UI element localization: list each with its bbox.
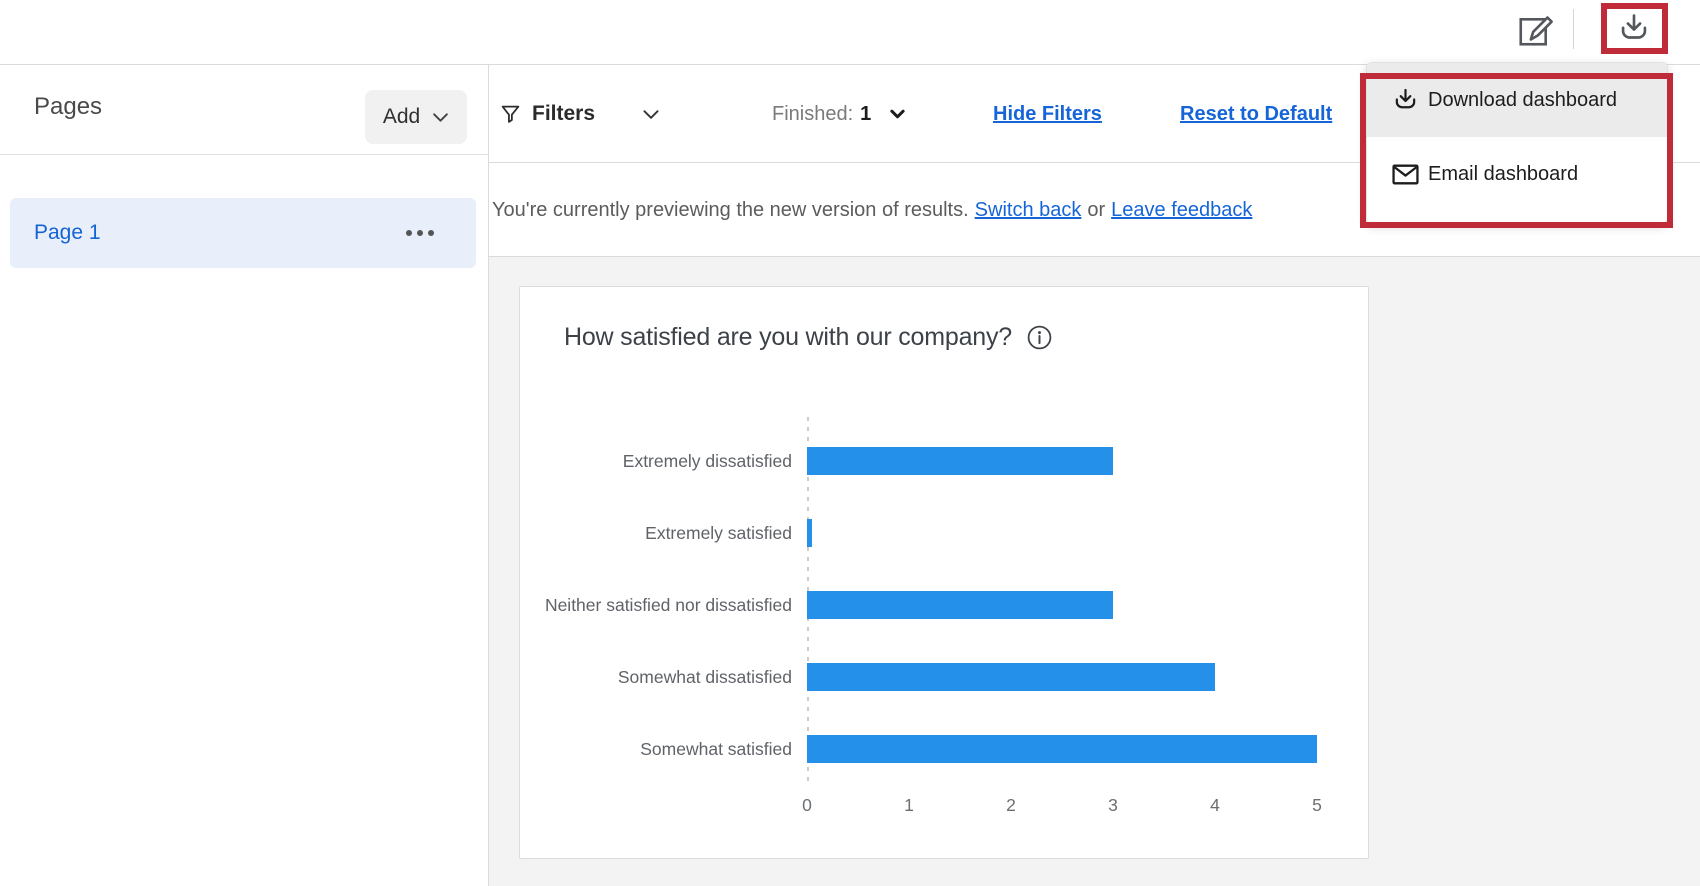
bar-row: Extremely satisfied xyxy=(520,497,1370,569)
chevron-down-icon xyxy=(642,109,660,120)
pages-sidebar: Pages Add Page 1 xyxy=(0,65,489,886)
hide-filters-link[interactable]: Hide Filters xyxy=(993,103,1102,126)
x-tick-label: 0 xyxy=(802,795,812,816)
email-envelope-icon xyxy=(1392,164,1419,185)
bar-row: Extremely dissatisfied xyxy=(520,425,1370,497)
chevron-down-bold-icon xyxy=(890,109,905,119)
download-menu: Download dashboard Email dashboard xyxy=(1366,62,1668,224)
finished-filter-chip[interactable]: Finished: 1 xyxy=(772,65,905,163)
bar-label: Extremely dissatisfied xyxy=(520,449,807,473)
pages-title: Pages xyxy=(34,93,102,121)
x-tick-label: 1 xyxy=(904,795,914,816)
add-button-label: Add xyxy=(383,105,420,129)
top-toolbar xyxy=(0,0,1700,65)
leave-feedback-link[interactable]: Leave feedback xyxy=(1111,199,1252,222)
preview-notice-text: You're currently previewing the new vers… xyxy=(492,199,969,222)
reset-to-default-link[interactable]: Reset to Default xyxy=(1180,103,1332,126)
sidebar-header: Pages Add xyxy=(0,65,488,155)
menu-item-label: Download dashboard xyxy=(1428,89,1617,112)
info-circle-icon[interactable] xyxy=(1026,324,1053,351)
bar-label: Extremely satisfied xyxy=(520,521,807,545)
bar-chart: Extremely dissatisfied Extremely satisfie… xyxy=(520,425,1370,821)
bar[interactable] xyxy=(807,447,1113,475)
download-tray-icon xyxy=(1617,13,1651,45)
page-options-ellipsis-icon[interactable] xyxy=(400,224,440,242)
sidebar-item-page-1[interactable]: Page 1 xyxy=(10,198,476,268)
bar-label: Neither satisfied nor dissatisfied xyxy=(520,593,807,617)
x-tick-label: 4 xyxy=(1210,795,1220,816)
bar[interactable] xyxy=(807,591,1113,619)
finished-filter-label: Finished: xyxy=(772,103,853,126)
bar-row: Somewhat dissatisfied xyxy=(520,641,1370,713)
finished-filter-value: 1 xyxy=(860,103,871,126)
bar[interactable] xyxy=(807,663,1215,691)
menu-item-email-dashboard[interactable]: Email dashboard xyxy=(1367,137,1667,211)
menu-item-label: Email dashboard xyxy=(1428,163,1578,186)
download-icon xyxy=(1392,88,1419,113)
filters-dropdown[interactable]: Filters xyxy=(500,65,660,163)
chart-rows: Extremely dissatisfied Extremely satisfie… xyxy=(520,425,1370,785)
edit-compose-icon xyxy=(1516,11,1554,49)
bar-label: Somewhat dissatisfied xyxy=(520,665,807,689)
x-tick-label: 5 xyxy=(1312,795,1322,816)
download-dashboard-button[interactable] xyxy=(1607,9,1661,49)
add-page-button[interactable]: Add xyxy=(365,90,467,144)
toolbar-divider xyxy=(1573,9,1574,49)
chevron-down-icon xyxy=(432,112,449,123)
edit-dashboard-button[interactable] xyxy=(1511,6,1559,54)
x-axis: 012345 xyxy=(807,791,1317,821)
menu-item-download-dashboard[interactable]: Download dashboard xyxy=(1367,63,1667,137)
notice-connector: or xyxy=(1087,199,1105,222)
bar-label: Somewhat satisfied xyxy=(520,737,807,761)
dashboard-content: How satisfied are you with our company? … xyxy=(489,257,1700,886)
chart-title: How satisfied are you with our company? xyxy=(564,323,1012,352)
bar-row: Somewhat satisfied xyxy=(520,713,1370,785)
switch-back-link[interactable]: Switch back xyxy=(975,199,1082,222)
chart-widget-card: How satisfied are you with our company? … xyxy=(519,286,1369,859)
funnel-icon xyxy=(500,104,521,125)
page-item-label: Page 1 xyxy=(34,221,101,245)
x-tick-label: 2 xyxy=(1006,795,1016,816)
x-tick-label: 3 xyxy=(1108,795,1118,816)
bar-row: Neither satisfied nor dissatisfied xyxy=(520,569,1370,641)
bar[interactable] xyxy=(807,735,1317,763)
filters-label: Filters xyxy=(532,102,595,126)
bar[interactable] xyxy=(807,519,812,547)
